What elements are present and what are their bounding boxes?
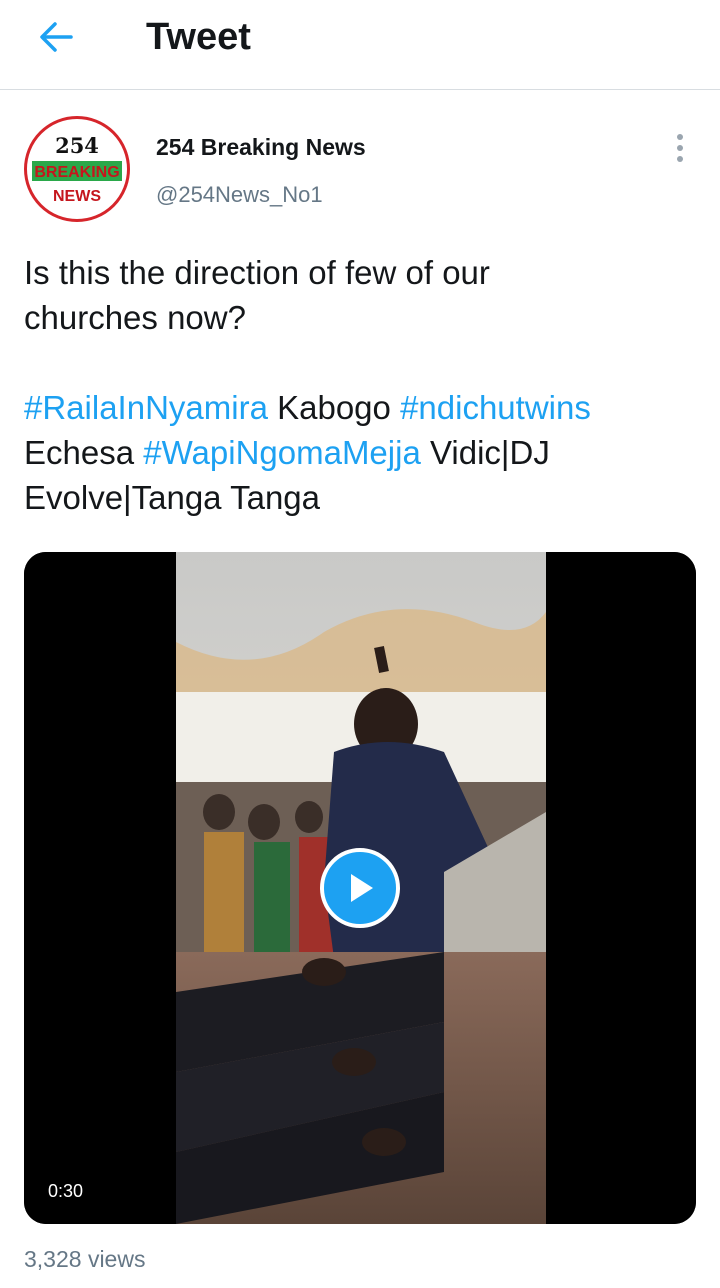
top-app-bar: Tweet (0, 0, 720, 90)
tweet-text-line: churches now? (24, 299, 246, 336)
more-vertical-icon-dot (677, 145, 683, 151)
logo-text-254: 254 (55, 133, 99, 158)
logo-text-breaking: BREAKING (34, 164, 119, 181)
more-vertical-icon (677, 134, 683, 140)
avatar[interactable]: 254 BREAKING NEWS (24, 116, 130, 222)
video-duration: 0:30 (38, 1177, 94, 1206)
back-button[interactable] (30, 14, 82, 60)
tweet-detail-screen: Tweet 254 BREAKING NEWS 254 Breaking New… (0, 0, 720, 1288)
page-title: Tweet (146, 16, 251, 58)
logo-text-news: NEWS (53, 188, 101, 205)
author-handle[interactable]: @254News_No1 (156, 180, 323, 210)
tweet-text-line: Is this the direction of few of our (24, 254, 490, 291)
author-name[interactable]: 254 Breaking News (156, 132, 366, 162)
hashtag-link[interactable]: #WapiNgomaMejja (143, 434, 421, 471)
video-player[interactable]: 0:30 (24, 552, 696, 1224)
news-logo: 254 BREAKING NEWS (29, 121, 125, 217)
tweet-text-word: Kabogo (267, 389, 401, 426)
hashtag-link[interactable]: #RailaInNyamira (24, 389, 268, 426)
tweet-body: Is this the direction of few of our chur… (24, 250, 694, 520)
more-options-button[interactable] (662, 128, 698, 168)
tweet-text-word: Echesa (24, 434, 144, 471)
tweet-text-paragraph-2: #RailaInNyamira Kabogo #ndichutwins Eche… (24, 385, 694, 520)
tweet-text-paragraph-1: Is this the direction of few of our chur… (24, 250, 694, 340)
arrow-left-icon (40, 22, 73, 52)
play-button[interactable] (320, 848, 400, 928)
more-vertical-icon-dot (677, 156, 683, 162)
play-icon (351, 874, 373, 902)
hashtag-link[interactable]: #ndichutwins (400, 389, 591, 426)
tweet-text-word: Evolve|Tanga Tanga (24, 479, 321, 516)
tweet-text-word: Vidic|DJ (420, 434, 550, 471)
view-count: 3,328 views (24, 1246, 146, 1272)
